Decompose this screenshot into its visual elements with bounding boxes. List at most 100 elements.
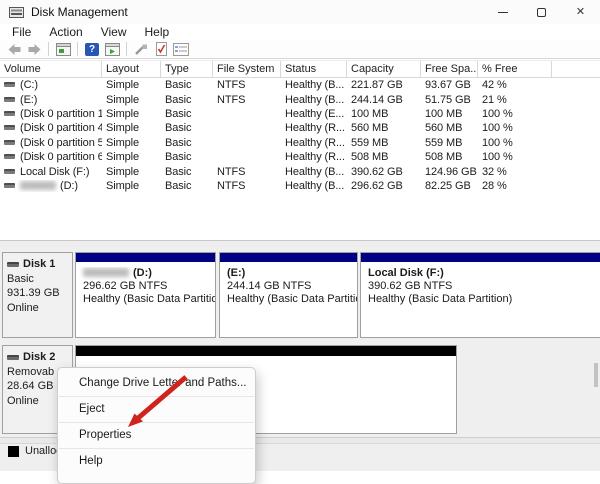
column-header-filler: [552, 61, 600, 77]
close-button[interactable]: ✕: [561, 0, 600, 24]
table-row[interactable]: (D:)SimpleBasicNTFSHealthy (B...296.62 G…: [0, 179, 600, 193]
partition-1[interactable]: (E:)244.14 GB NTFSHealthy (Basic Data Pa…: [219, 252, 358, 338]
column-header-layout[interactable]: Layout: [102, 61, 161, 77]
status-cell: Healthy (E...: [281, 108, 347, 120]
console-tree-button[interactable]: [54, 41, 72, 58]
column-header-capacity[interactable]: Capacity: [347, 61, 421, 77]
partition-title: Local Disk (F:): [361, 267, 600, 280]
forward-button[interactable]: [25, 41, 43, 58]
volume-icon: [4, 111, 15, 116]
menu-item-change-drive-letter-and-paths[interactable]: Change Drive Letter and Paths...: [58, 374, 255, 393]
menu-item-help[interactable]: Help: [58, 452, 255, 471]
column-header-free-spa[interactable]: Free Spa...: [421, 61, 478, 77]
pct-free-cell: 21 %: [478, 94, 552, 106]
help-button[interactable]: ?: [83, 41, 101, 58]
type-cell: Basic: [161, 79, 213, 91]
properties-sheet-icon: [173, 43, 189, 56]
volume-icon: [4, 140, 15, 145]
disk1-title: Disk 1: [23, 257, 55, 272]
status-cell: Healthy (R...: [281, 122, 347, 134]
menu-view[interactable]: View: [92, 24, 136, 41]
column-header-status[interactable]: Status: [281, 61, 347, 77]
partition-2[interactable]: Local Disk (F:)390.62 GB NTFSHealthy (Ba…: [360, 252, 600, 338]
menu-item-properties[interactable]: Properties: [58, 426, 255, 445]
action-pane-button[interactable]: [103, 41, 121, 58]
status-cell: Healthy (R...: [281, 151, 347, 163]
column-header-free[interactable]: % Free: [478, 61, 552, 77]
partition-size: 296.62 GB NTFS: [76, 280, 215, 293]
pct-free-cell: 100 %: [478, 108, 552, 120]
redacted-volume-name: [20, 181, 56, 190]
table-row[interactable]: (Disk 0 partition 4)SimpleBasicHealthy (…: [0, 121, 600, 135]
panel-splitter[interactable]: [0, 240, 600, 247]
help-icon: ?: [85, 43, 99, 56]
console-window-icon: [56, 43, 71, 56]
free-space-cell: 51.75 GB: [421, 94, 478, 106]
free-space-cell: 508 MB: [421, 151, 478, 163]
free-space-cell: 82.25 GB: [421, 180, 478, 192]
column-header-volume[interactable]: Volume: [0, 61, 102, 77]
status-cell: Healthy (B...: [281, 79, 347, 91]
partition-status: Healthy (Basic Data Partition): [76, 293, 215, 306]
toolbar-separator: [126, 42, 127, 56]
table-row[interactable]: (E:)SimpleBasicNTFSHealthy (B...244.14 G…: [0, 92, 600, 106]
partition-status: Healthy (Basic Data Partition): [361, 293, 600, 306]
unallocated-legend: Unalloc: [8, 445, 62, 457]
checklist-button[interactable]: [152, 41, 170, 58]
menu-separator: [59, 396, 254, 397]
type-cell: Basic: [161, 108, 213, 120]
layout-cell: Simple: [102, 137, 161, 149]
maximize-button[interactable]: [522, 0, 561, 24]
menu-help[interactable]: Help: [136, 24, 179, 41]
disk1-state: Online: [7, 301, 68, 316]
back-button[interactable]: [5, 41, 23, 58]
layout-cell: Simple: [102, 122, 161, 134]
forward-arrow-icon: [27, 43, 42, 56]
capacity-cell: 296.62 GB: [347, 180, 421, 192]
disk2-name: Disk 2: [7, 350, 68, 365]
pct-free-cell: 32 %: [478, 166, 552, 178]
menu-item-eject[interactable]: Eject: [58, 400, 255, 419]
layout-cell: Simple: [102, 180, 161, 192]
free-space-cell: 93.67 GB: [421, 79, 478, 91]
vertical-scrollbar[interactable]: [594, 363, 598, 387]
free-space-cell: 100 MB: [421, 108, 478, 120]
column-header-file-system[interactable]: File System: [213, 61, 281, 77]
volume-cell: (Disk 0 partition 1): [0, 108, 102, 120]
menu-separator: [59, 448, 254, 449]
table-row[interactable]: Local Disk (F:)SimpleBasicNTFSHealthy (B…: [0, 164, 600, 178]
capacity-cell: 508 MB: [347, 151, 421, 163]
disk1-label-panel[interactable]: Disk 1 Basic 931.39 GB Online: [2, 252, 73, 338]
unallocated-color-bar: [76, 346, 456, 356]
tool-button[interactable]: [132, 41, 150, 58]
toolbar-separator: [77, 42, 78, 56]
volume-cell: Local Disk (F:): [0, 166, 102, 178]
capacity-cell: 100 MB: [347, 108, 421, 120]
table-row[interactable]: (Disk 0 partition 1)SimpleBasicHealthy (…: [0, 107, 600, 121]
partition-0[interactable]: (D:)296.62 GB NTFSHealthy (Basic Data Pa…: [75, 252, 216, 338]
status-cell: Healthy (B...: [281, 94, 347, 106]
context-menu: Change Drive Letter and Paths... Eject Pro…: [57, 367, 256, 484]
column-header-type[interactable]: Type: [161, 61, 213, 77]
minimize-button[interactable]: [483, 0, 522, 24]
file-system-cell: NTFS: [213, 166, 281, 178]
table-row[interactable]: (Disk 0 partition 6)SimpleBasicHealthy (…: [0, 150, 600, 164]
partition-title: (E:): [220, 267, 357, 280]
unallocated-swatch: [8, 446, 19, 457]
file-system-cell: NTFS: [213, 180, 281, 192]
capacity-cell: 221.87 GB: [347, 79, 421, 91]
partition-color-bar: [76, 253, 215, 262]
type-cell: Basic: [161, 166, 213, 178]
menu-action[interactable]: Action: [40, 24, 91, 41]
type-cell: Basic: [161, 180, 213, 192]
menu-separator: [59, 422, 254, 423]
properties-sheet-button[interactable]: [172, 41, 190, 58]
file-system-cell: NTFS: [213, 94, 281, 106]
disk-icon: [7, 262, 19, 267]
titlebar: Disk Management ✕: [0, 0, 600, 24]
menu-file[interactable]: File: [3, 24, 40, 41]
table-row[interactable]: (Disk 0 partition 5)SimpleBasicHealthy (…: [0, 136, 600, 150]
table-row[interactable]: (C:)SimpleBasicNTFSHealthy (B...221.87 G…: [0, 78, 600, 92]
capacity-cell: 390.62 GB: [347, 166, 421, 178]
capacity-cell: 244.14 GB: [347, 94, 421, 106]
